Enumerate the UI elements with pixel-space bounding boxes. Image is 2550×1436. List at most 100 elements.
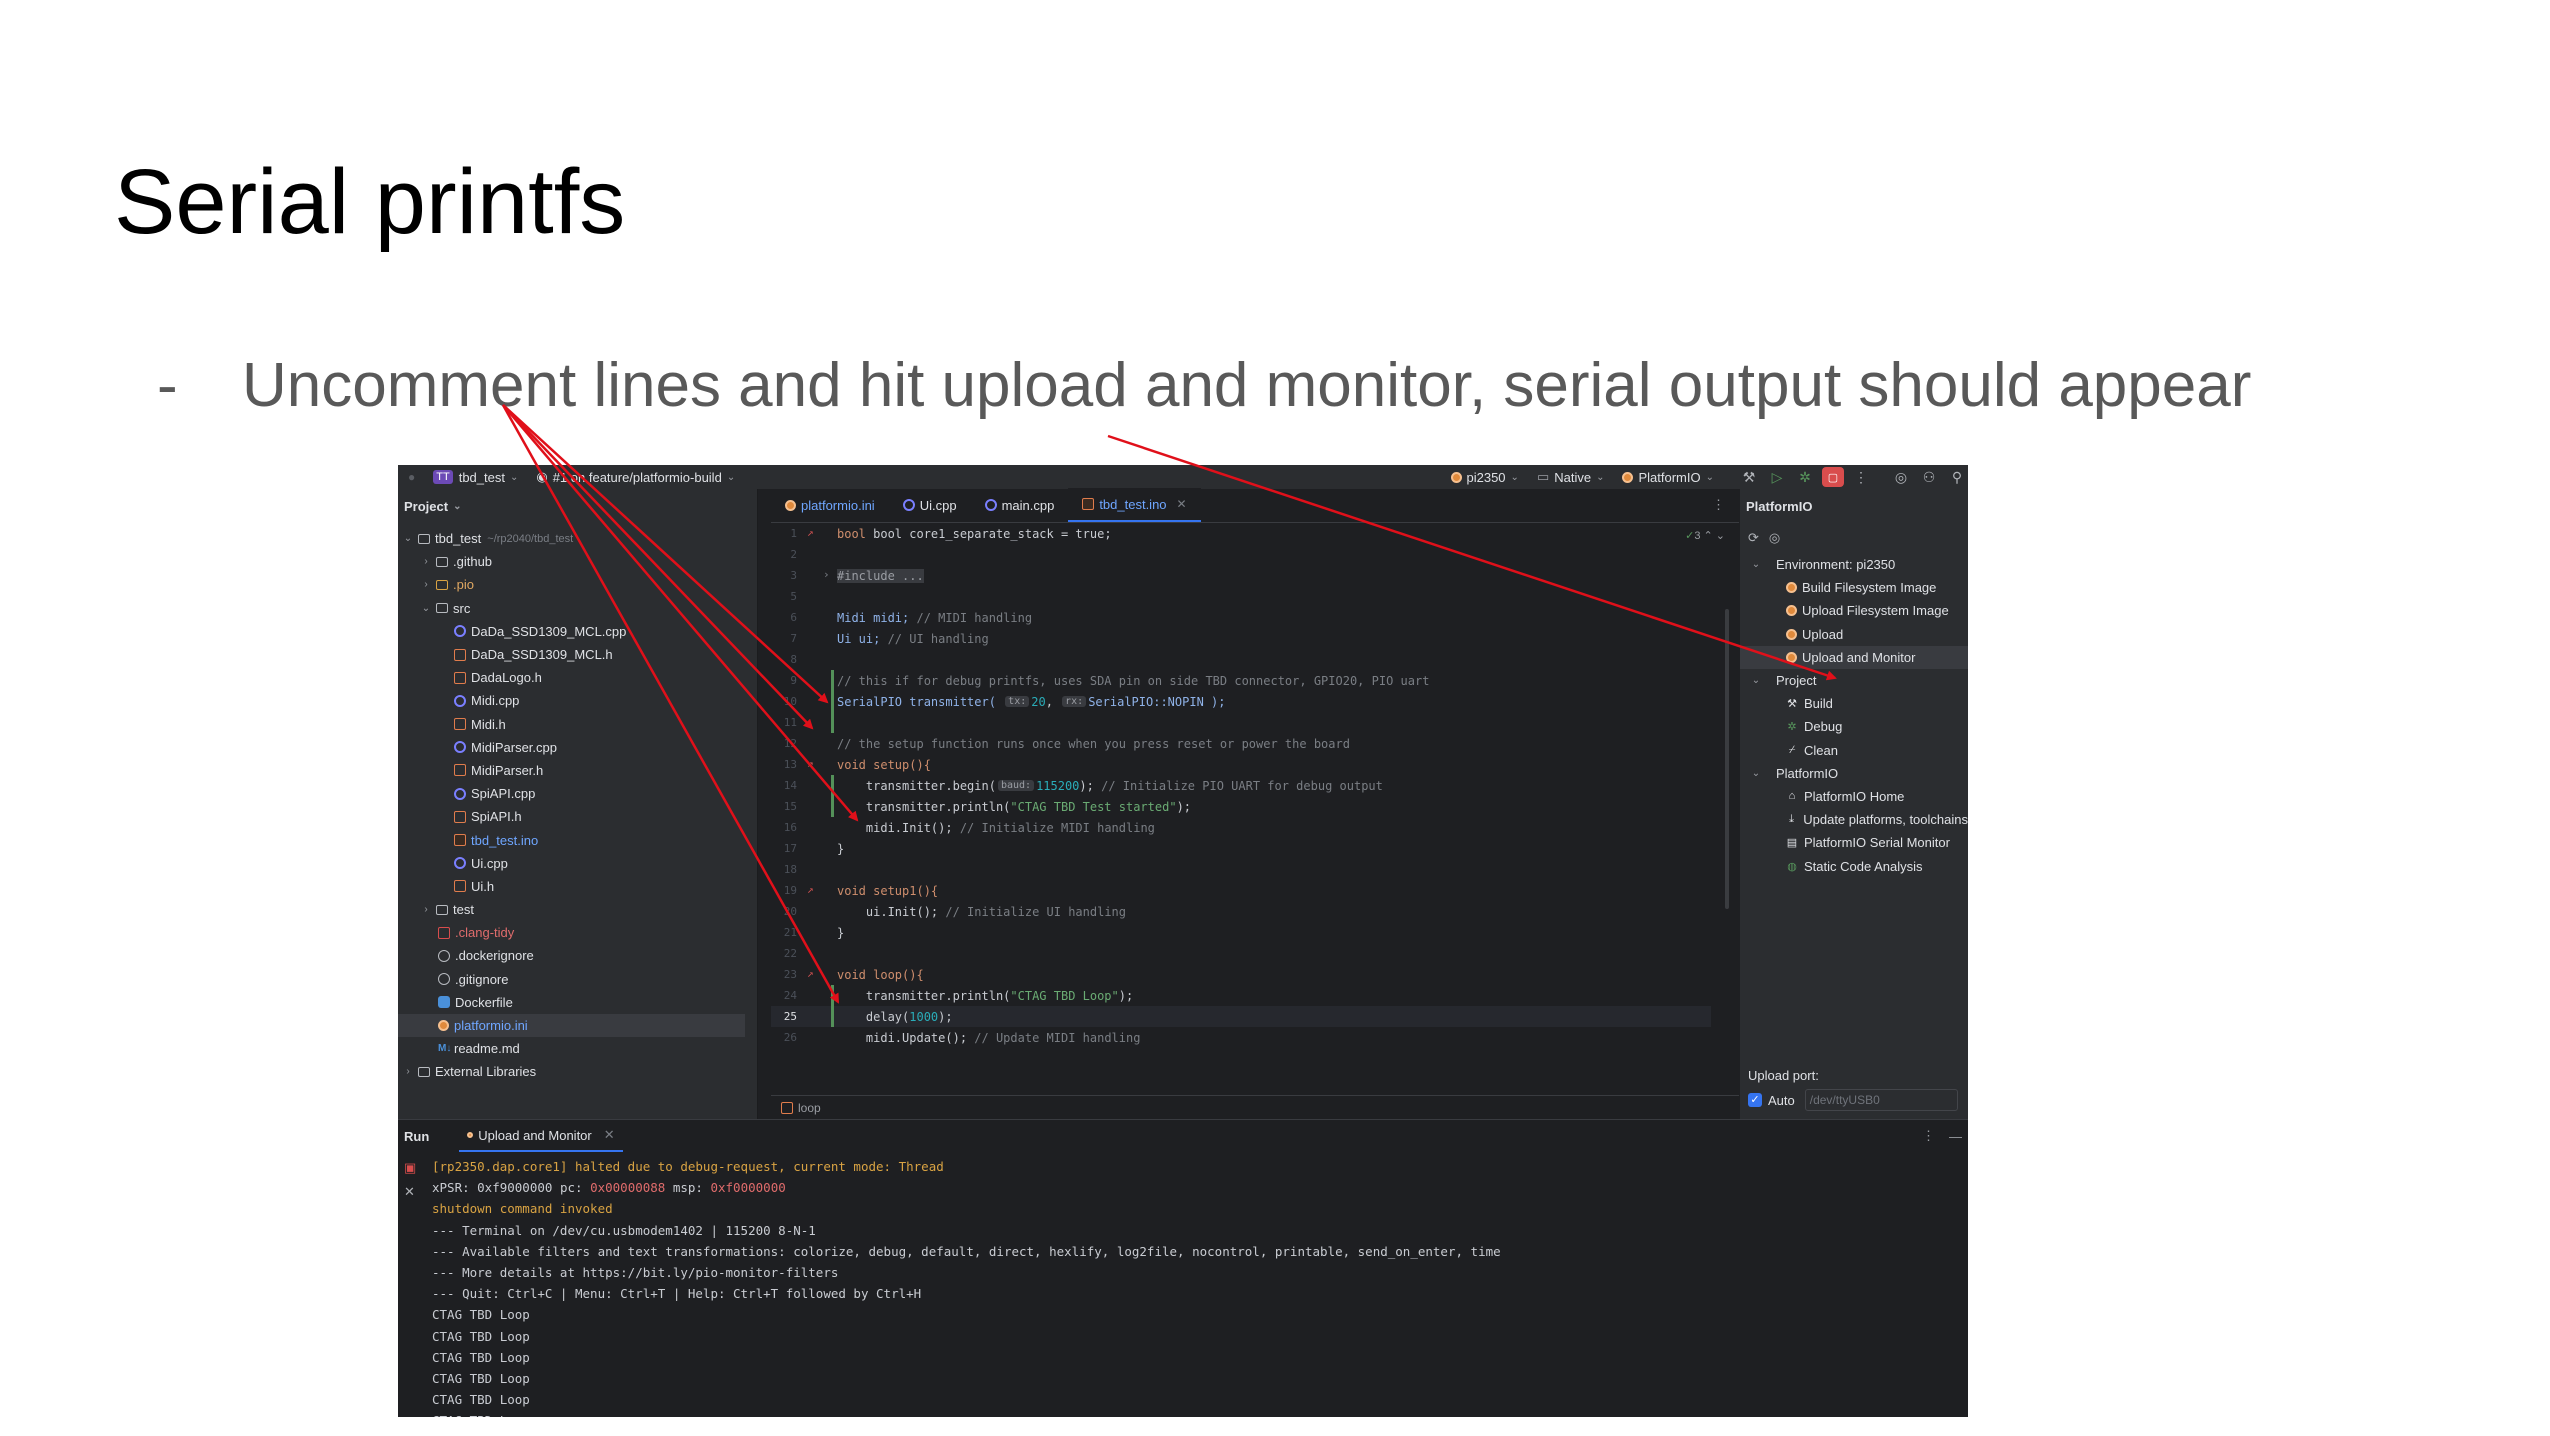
tree-item-file[interactable]: MidiParser.h xyxy=(398,759,757,782)
pio-task[interactable]: ◍ Static Code Analysis xyxy=(1740,854,1968,877)
ai-assistant-icon[interactable]: ◎ xyxy=(1890,467,1912,487)
pio-task-upload-and-monitor[interactable]: Upload and Monitor xyxy=(1740,645,1968,669)
auto-checkbox[interactable]: ✓ xyxy=(1748,1093,1762,1107)
tree-item-label: readme.md xyxy=(454,1041,520,1057)
platformio-logo-icon[interactable]: ◎ xyxy=(1769,530,1780,546)
tree-item-external[interactable]: › External Libraries xyxy=(398,1060,757,1083)
tab-ui-cpp[interactable]: Ui.cpp xyxy=(889,488,971,522)
run-config-selector[interactable]: PlatformIO ⌄ xyxy=(1622,470,1714,485)
analysis-icon: ◍ xyxy=(1787,860,1797,873)
pio-task[interactable]: ⌿ Clean xyxy=(1740,739,1968,762)
tree-item-file[interactable]: Ui.h xyxy=(398,875,757,898)
tree-root[interactable]: ⌄ tbd_test ~/rp2040/tbd_test xyxy=(398,527,757,550)
more-icon[interactable]: ⋮ xyxy=(1922,1128,1935,1144)
stop-icon[interactable]: ▢ xyxy=(1822,467,1844,487)
docker-icon xyxy=(438,996,450,1009)
chevron-down-icon: ⌄ xyxy=(509,471,519,483)
upload-port-input[interactable]: /dev/ttyUSB0 xyxy=(1804,1089,1958,1111)
line-number: 5 xyxy=(790,590,797,603)
fold-icon[interactable]: › xyxy=(823,568,830,581)
tree-item-file[interactable]: Dockerfile xyxy=(398,991,757,1014)
pio-task[interactable]: ⤓ Update platforms, toolchains xyxy=(1740,808,1968,831)
debug-icon[interactable]: ✲ xyxy=(1794,467,1816,487)
inspection-widget[interactable]: ✓3 ⌃ ⌄ xyxy=(1685,529,1725,542)
refresh-icon[interactable]: ⟳ xyxy=(1748,530,1759,546)
line-number: 2 xyxy=(790,548,797,561)
env-selector[interactable]: pi2350 ⌄ xyxy=(1450,469,1519,485)
tree-item-file[interactable]: Midi.cpp xyxy=(398,689,757,712)
breadcrumb-item[interactable]: loop xyxy=(798,1101,821,1115)
pio-task-label: Update platforms, toolchains xyxy=(1803,812,1968,828)
chevron-down-icon: ⌄ xyxy=(1510,471,1519,483)
env-label: pi2350 xyxy=(1466,469,1506,485)
pio-group-project[interactable]: ⌄ Project xyxy=(1740,669,1968,692)
project-panel-header[interactable]: Project ⌄ xyxy=(398,489,757,523)
tree-item-label: .gitignore xyxy=(455,971,509,987)
tree-item-file[interactable]: .clang-tidy xyxy=(398,921,757,944)
pio-group-platformio[interactable]: ⌄ PlatformIO xyxy=(1740,762,1968,785)
close-icon[interactable]: ✕ xyxy=(604,1127,615,1143)
pio-task[interactable]: Build Filesystem Image xyxy=(1740,576,1968,599)
close-icon[interactable]: ✕ xyxy=(1177,497,1187,511)
code-line: 2 xyxy=(771,544,837,565)
pio-task[interactable]: Upload Filesystem Image xyxy=(1740,599,1968,622)
tab-tbd-test-ino[interactable]: tbd_test.ino ✕ xyxy=(1068,488,1201,522)
project-name: tbd_test xyxy=(458,469,505,485)
pio-task[interactable]: ✲ Debug xyxy=(1740,715,1968,738)
tree-item-test[interactable]: › test xyxy=(398,898,757,921)
tree-item-label: test xyxy=(453,902,474,918)
tree-item-src[interactable]: ⌄ src xyxy=(398,597,757,620)
build-hammer-icon[interactable]: ⚒ xyxy=(1738,467,1760,487)
pio-task[interactable]: Upload xyxy=(1740,623,1968,646)
project-switcher[interactable]: TT tbd_test ⌄ xyxy=(433,470,518,485)
slide-title: Serial printfs xyxy=(114,151,626,253)
pio-task[interactable]: ⌂ PlatformIO Home xyxy=(1740,785,1968,808)
project-panel-title: Project xyxy=(404,498,449,514)
pio-task[interactable]: ⚒ Build xyxy=(1740,692,1968,715)
search-icon[interactable]: ⚲ xyxy=(1946,467,1968,487)
vcs-branch-widget[interactable]: ◉ #1 on feature/platformio-build ⌄ xyxy=(536,469,735,485)
tree-item-label: tbd_test.ino xyxy=(471,832,539,848)
pio-task-label: Static Code Analysis xyxy=(1804,858,1923,874)
toolchain-selector[interactable]: ▭ Native ⌄ xyxy=(1537,469,1605,485)
tree-item-file[interactable]: tbd_test.ino xyxy=(398,828,757,851)
tree-item-file[interactable]: platformio.ini xyxy=(398,1013,745,1038)
home-icon: ⌂ xyxy=(1788,790,1796,803)
tree-item-file[interactable]: SpiAPI.h xyxy=(398,805,757,828)
pio-group-env[interactable]: ⌄ Environment: pi2350 xyxy=(1740,553,1968,576)
line-number: 15 xyxy=(783,800,797,813)
tree-item-file[interactable]: M↓ readme.md xyxy=(398,1037,757,1060)
tree-item-file[interactable]: Ui.cpp xyxy=(398,852,757,875)
hammer-icon: ⚒ xyxy=(1787,698,1797,711)
chevron-down-icon: ⌄ xyxy=(453,500,462,512)
tree-item-file[interactable]: SpiAPI.cpp xyxy=(398,782,757,805)
tab-platformio-ini[interactable]: platformio.ini xyxy=(771,488,889,522)
tree-item-file[interactable]: .gitignore xyxy=(398,968,757,991)
tree-item-file[interactable]: MidiParser.cpp xyxy=(398,736,757,759)
chevron-down-icon: ⌄ xyxy=(1705,471,1714,483)
tree-item-file[interactable]: DaDa_SSD1309_MCL.cpp xyxy=(398,620,757,643)
tree-item-file[interactable]: .dockerignore xyxy=(398,944,757,967)
code-fold[interactable]: #include ... xyxy=(837,568,924,583)
tree-item-label: src xyxy=(453,600,471,616)
more-tabs-icon[interactable]: ⋮ xyxy=(1698,488,1739,522)
tab-upload-and-monitor[interactable]: Upload and Monitor ✕ xyxy=(459,1120,623,1152)
run-icon[interactable]: ▷ xyxy=(1766,467,1788,487)
code-text: ); xyxy=(1118,988,1134,1003)
more-icon[interactable]: ⋮ xyxy=(1850,467,1872,487)
edit-marker-icon: ↗ xyxy=(807,526,814,539)
ide-titlebar: ● TT tbd_test ⌄ ◉ #1 on feature/platform… xyxy=(398,465,1968,489)
cpp-file-icon xyxy=(902,499,915,511)
minimize-icon[interactable]: — xyxy=(1949,1129,1962,1144)
editor-scrollbar[interactable] xyxy=(1725,609,1729,909)
tree-item-file[interactable]: Midi.h xyxy=(398,713,757,736)
tree-item-file[interactable]: DaDa_SSD1309_MCL.h xyxy=(398,643,757,666)
tree-item-file[interactable]: DadaLogo.h xyxy=(398,666,757,689)
add-user-icon[interactable]: ⚇ xyxy=(1918,467,1940,487)
tree-item-pio[interactable]: › .pio xyxy=(398,573,757,596)
pio-task-label: Build xyxy=(1804,696,1833,712)
tree-item-github[interactable]: › .github xyxy=(398,550,757,573)
tab-main-cpp[interactable]: main.cpp xyxy=(971,488,1069,522)
pio-task[interactable]: ▤ PlatformIO Serial Monitor xyxy=(1740,831,1968,854)
code-editor: platformio.ini Ui.cpp main.cpp tbd_test.… xyxy=(771,488,1739,1119)
